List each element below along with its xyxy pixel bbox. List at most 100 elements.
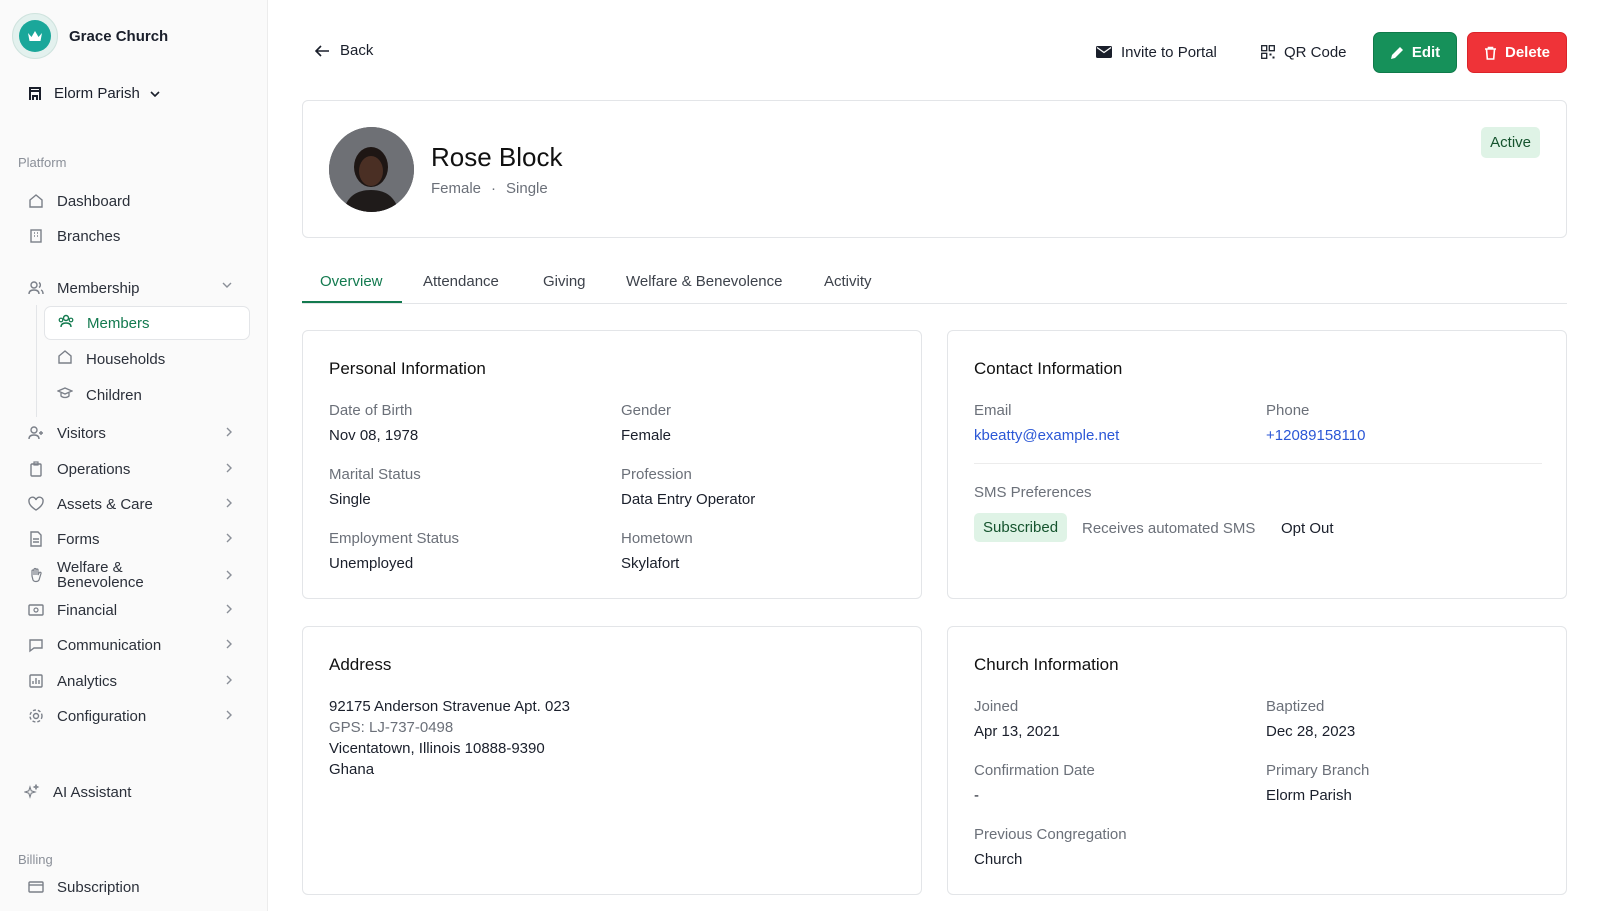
chevron-right-icon: [226, 675, 232, 685]
profession-label: Profession: [621, 466, 692, 483]
nav-financial-label: Financial: [57, 601, 118, 619]
nav-visitors-label: Visitors: [57, 424, 106, 442]
chevron-down-icon: [222, 282, 232, 288]
nav-forms[interactable]: Forms: [28, 522, 242, 556]
contact-information-card: Contact Information Email kbeatty@exampl…: [947, 330, 1567, 599]
primary-branch-label: Primary Branch: [1266, 762, 1370, 779]
chevron-down-icon: [150, 90, 160, 97]
card-title: Church Information: [974, 655, 1119, 674]
confirmation-date-value: -: [974, 787, 979, 804]
tab-giving[interactable]: Giving: [543, 273, 586, 290]
nav-welfare-label: Welfare & Benevolence: [57, 560, 144, 590]
hand-icon: [28, 567, 44, 583]
sms-status-badge: Subscribed: [974, 513, 1068, 542]
gender-label: Gender: [621, 402, 672, 419]
joined-value: Apr 13, 2021: [974, 723, 1060, 740]
edit-label: Edit: [1411, 44, 1441, 61]
nav-subscription[interactable]: Subscription: [28, 870, 242, 904]
qr-code-icon: [1261, 45, 1275, 59]
separator-dot: ·: [491, 180, 497, 197]
sparkles-icon: [24, 784, 40, 800]
tab-welfare-benevolence[interactable]: Welfare & Benevolence: [626, 273, 782, 290]
tab-activity[interactable]: Activity: [824, 273, 872, 290]
graduation-cap-icon: [56, 385, 74, 405]
dob-value: Nov 08, 1978: [329, 427, 419, 444]
status-badge: Active: [1481, 127, 1540, 158]
credit-card-icon: [28, 879, 44, 895]
card-title: Contact Information: [974, 359, 1123, 378]
nav-membership-label: Membership: [57, 279, 140, 297]
nav-configuration-label: Configuration: [57, 707, 147, 725]
home-icon: [57, 349, 73, 369]
chevron-right-icon: [226, 533, 232, 543]
sms-description: Receives automated SMS: [1082, 520, 1256, 537]
nav-ai-assistant[interactable]: AI Assistant: [24, 775, 238, 809]
pencil-icon: [1390, 46, 1403, 59]
delete-button[interactable]: Delete: [1467, 32, 1567, 73]
phone-label: Phone: [1266, 402, 1310, 419]
sidebar: Grace Church Elorm Parish Platform Dashb…: [0, 0, 268, 911]
previous-congregation-label: Previous Congregation: [974, 826, 1127, 843]
parish-name: Elorm Parish: [54, 85, 140, 102]
address-line1: 92175 Anderson Stravenue Apt. 023: [329, 698, 571, 715]
brand[interactable]: Grace Church: [12, 13, 168, 59]
nav-households[interactable]: Households: [44, 342, 250, 376]
building-icon: [28, 228, 44, 244]
nav-communication[interactable]: Communication: [28, 628, 242, 662]
member-name: Rose Block: [431, 142, 563, 172]
chevron-right-icon: [226, 427, 232, 437]
chat-icon: [28, 637, 44, 653]
church-logo: [12, 13, 58, 59]
nav-visitors[interactable]: Visitors: [28, 416, 242, 450]
phone-link[interactable]: +12089158110: [1266, 427, 1365, 444]
nav-households-label: Households: [86, 350, 166, 368]
nav-membership[interactable]: Membership: [28, 271, 242, 305]
nav-dashboard-label: Dashboard: [57, 192, 131, 210]
nav-operations[interactable]: Operations: [28, 452, 242, 486]
home-icon: [28, 193, 44, 209]
baptized-value: Dec 28, 2023: [1266, 723, 1356, 740]
arrow-left-icon: [315, 44, 329, 57]
nav-operations-label: Operations: [57, 460, 131, 478]
nav-dashboard[interactable]: Dashboard: [28, 184, 242, 218]
member-profile-card: Rose Block Female · Single Active: [302, 100, 1567, 238]
nav-financial[interactable]: Financial: [28, 593, 242, 627]
member-meta: Female · Single: [431, 180, 548, 197]
nav-welfare[interactable]: Welfare & Benevolence: [28, 555, 242, 595]
nav-members[interactable]: Members: [44, 306, 250, 340]
nav-children[interactable]: Children: [44, 378, 250, 412]
nav-analytics[interactable]: Analytics: [28, 664, 242, 698]
qr-code-button[interactable]: QR Code: [1261, 40, 1347, 64]
dob-label: Date of Birth: [329, 402, 413, 419]
nav-assets-care[interactable]: Assets & Care: [28, 487, 242, 521]
confirmation-date-label: Confirmation Date: [974, 762, 1095, 779]
church-information-card: Church Information Joined Apr 13, 2021 B…: [947, 626, 1567, 895]
edit-button[interactable]: Edit: [1373, 32, 1457, 73]
address-card: Address 92175 Anderson Stravenue Apt. 02…: [302, 626, 922, 895]
chevron-right-icon: [226, 570, 232, 580]
email-link[interactable]: kbeatty@example.net: [974, 427, 1119, 444]
tab-overview[interactable]: Overview: [320, 273, 383, 290]
gps-address: GPS: LJ-737-0498: [329, 719, 454, 736]
back-button[interactable]: Back: [315, 42, 373, 59]
baptized-label: Baptized: [1266, 698, 1325, 715]
invite-to-portal-button[interactable]: Invite to Portal: [1096, 40, 1217, 64]
tab-attendance[interactable]: Attendance: [423, 273, 499, 290]
parish-selector[interactable]: Elorm Parish: [28, 85, 160, 102]
member-gender: Female: [431, 180, 482, 197]
nav-assets-label: Assets & Care: [57, 495, 153, 513]
user-plus-icon: [28, 425, 44, 441]
delete-label: Delete: [1504, 44, 1551, 61]
card-title: Address: [329, 655, 392, 674]
file-icon: [28, 531, 44, 547]
banknote-icon: [28, 602, 44, 618]
opt-out-button[interactable]: Opt Out: [1281, 520, 1334, 537]
active-tab-indicator: [302, 301, 402, 303]
sms-preferences-label: SMS Preferences: [974, 484, 1092, 501]
nav-branches[interactable]: Branches: [28, 219, 242, 253]
personal-information-card: Personal Information Date of Birth Nov 0…: [302, 330, 922, 599]
nav-configuration[interactable]: Configuration: [28, 699, 242, 733]
building-icon: [29, 87, 41, 100]
email-label: Email: [974, 402, 1012, 419]
back-label: Back: [340, 42, 374, 59]
